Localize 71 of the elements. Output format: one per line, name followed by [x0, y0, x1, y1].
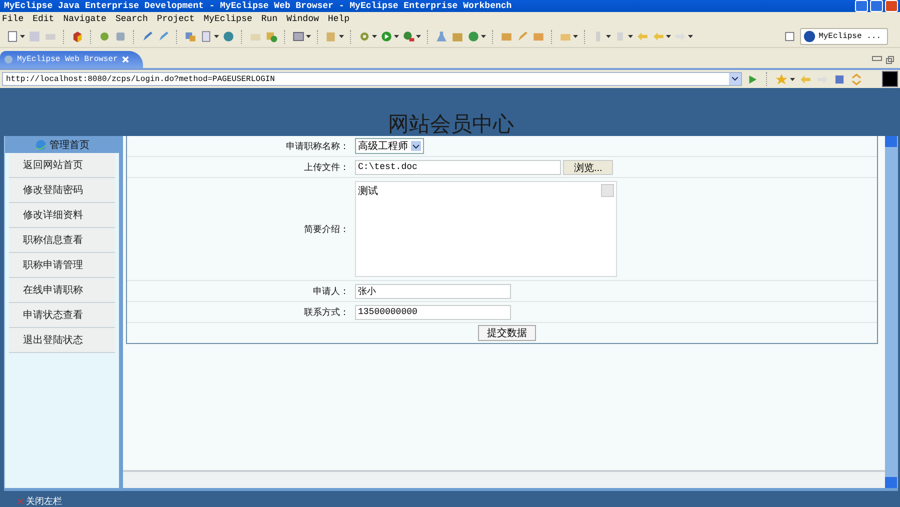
caret-icon[interactable]: [372, 35, 377, 38]
new-file-icon[interactable]: [6, 30, 19, 43]
caret-icon[interactable]: [306, 35, 311, 38]
caret-icon[interactable]: [20, 35, 25, 38]
restore-icon[interactable]: [886, 56, 894, 64]
sidebar-item[interactable]: 申请状态查看: [9, 303, 115, 328]
document-icon[interactable]: [200, 30, 213, 43]
menu-item[interactable]: Edit: [32, 14, 54, 24]
vertical-scrollbar[interactable]: [885, 136, 898, 488]
caret-icon[interactable]: [394, 35, 399, 38]
horizontal-scrollbar[interactable]: [123, 470, 885, 488]
window-title: MyEclipse Java Enterprise Development - MyEclipse Web Browser - MyEclipse Enterprise Workbench: [3, 0, 512, 12]
menu-item[interactable]: Search: [115, 14, 148, 24]
sidebar-item[interactable]: 返回网站首页: [9, 153, 115, 178]
cube-icon[interactable]: [71, 30, 84, 43]
pencil-icon[interactable]: [141, 30, 154, 43]
menu-item[interactable]: File: [2, 14, 24, 24]
maximize-button[interactable]: [870, 0, 883, 12]
field-label: 申请人：: [312, 286, 350, 298]
sidebar-title: 管理首页: [50, 138, 90, 152]
caret-icon[interactable]: [481, 35, 486, 38]
close-button[interactable]: [885, 0, 898, 12]
pencil-icon[interactable]: [516, 30, 529, 43]
caret-icon[interactable]: [688, 35, 693, 38]
menu-item[interactable]: Window: [286, 14, 319, 24]
dropdown-icon[interactable]: [732, 77, 738, 81]
minimize-button[interactable]: [855, 0, 868, 12]
browse-button[interactable]: 浏览...: [563, 160, 614, 174]
field-label: 上传文件：: [303, 162, 350, 174]
caret-icon[interactable]: [573, 35, 578, 38]
run-icon[interactable]: [380, 30, 393, 43]
menu-item[interactable]: Help: [328, 14, 350, 24]
dropdown-icon[interactable]: [411, 141, 421, 151]
menu-item[interactable]: MyEclipse: [204, 14, 252, 24]
sidebar-item[interactable]: 职称信息查看: [9, 228, 115, 253]
stop-icon[interactable]: [833, 72, 846, 86]
file-field[interactable]: C:\test.doc: [355, 160, 561, 174]
caret-icon[interactable]: [790, 78, 795, 80]
field-label: 联系方式：: [303, 306, 350, 320]
page-title: 网站会员中心: [388, 112, 514, 136]
caret-icon[interactable]: [606, 35, 611, 38]
perspective-button[interactable]: MyEclipse ...: [800, 28, 888, 45]
caret-icon[interactable]: [628, 35, 633, 38]
menu-item[interactable]: Project: [156, 14, 195, 24]
input-field[interactable]: 13500000000: [355, 304, 511, 320]
field-label: 简要介绍：: [303, 224, 350, 236]
close-sidebar-link[interactable]: 关闭左栏: [26, 494, 62, 507]
input-field[interactable]: 张小: [355, 284, 511, 298]
open-perspective-icon[interactable]: [784, 30, 797, 43]
address-field[interactable]: http://localhost:8080/zcps/Login.do?method=PAGEUSERLOGIN: [2, 72, 742, 86]
flask-icon[interactable]: [435, 30, 448, 43]
title-select[interactable]: 高级工程师: [355, 138, 424, 154]
logo-icon: [802, 30, 816, 43]
caret-icon[interactable]: [214, 35, 219, 38]
sidebar-item[interactable]: 修改登陆密码: [9, 178, 115, 203]
menu-item[interactable]: Run: [261, 14, 278, 24]
sidebar-item[interactable]: 职称申请管理: [9, 253, 115, 278]
pencil-icon[interactable]: [157, 30, 170, 43]
caret-icon[interactable]: [416, 35, 421, 38]
description-field[interactable]: 测试: [355, 181, 617, 277]
field-label: 申请职称名称：: [285, 140, 350, 154]
caret-icon[interactable]: [666, 35, 671, 38]
sidebar-item[interactable]: 退出登陆状态: [9, 328, 115, 353]
window-icon[interactable]: [292, 30, 305, 43]
menu-item[interactable]: Navigate: [63, 14, 106, 24]
caret-icon[interactable]: [339, 35, 344, 38]
star-icon[interactable]: [775, 72, 788, 86]
submit-button[interactable]: 提交数据: [478, 325, 536, 341]
sidebar-item[interactable]: 在线申请职称: [9, 278, 115, 303]
sidebar-item[interactable]: 修改详细资料: [9, 203, 115, 228]
minimize-icon[interactable]: [872, 56, 882, 62]
